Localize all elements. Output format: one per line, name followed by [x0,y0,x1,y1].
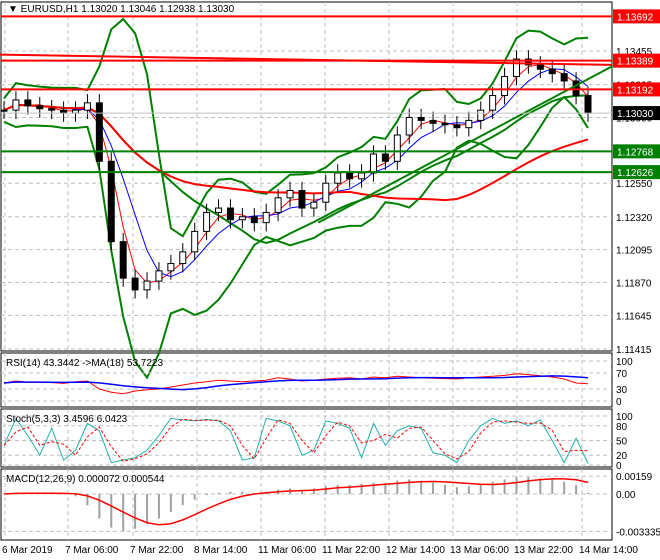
indicator-tick-label: 30 [616,385,628,396]
indicator-title: Stoch(5,3,3) 3.4596 6.0423 [6,414,128,425]
price-level-label: 1.12626 [617,168,654,179]
candle-body [155,270,163,282]
indicator-tick-label: 0 [616,397,622,408]
candle-body [381,153,389,162]
candle-body [12,99,20,111]
candle-body [203,211,211,232]
candle-body [334,172,342,184]
time-tick-label: 7 Mar 06:00 [65,545,119,556]
indicator-tick-label: 80 [616,422,628,433]
candle-body [358,172,366,180]
indicator-tick-label: -0.003335 [616,527,660,538]
panel-frame-0 [0,1,613,352]
indicator-tick-label: 0.00159 [616,472,653,483]
candle-body [298,190,306,209]
chart-canvas[interactable]: 6 Mar 2019 7 Mar 06:00 7 Mar 22:00 8 Mar 14… [0,0,660,560]
candle-body [191,230,199,253]
price-tick-label: 1.12320 [616,213,653,224]
bollinger-lower [3,95,589,380]
price-level-label: 1.12768 [617,147,654,158]
price-tick-label: 1.12095 [616,246,653,257]
indicator-tick-label: 0.00 [616,490,636,501]
candle-body [346,172,354,180]
price-level-label: 1.13389 [617,57,654,68]
candle-body [131,277,139,291]
price-level-label: 1.13030 [617,109,654,120]
time-tick-label: 6 Mar 2019 [2,545,53,556]
candle-body [560,73,568,82]
candle-body [167,263,175,272]
price-tick-label: 1.11415 [616,345,652,356]
indicator-title: RSI(14) 43.3442 ->MA(18) 53.7223 [6,358,163,369]
time-tick-label: 14 Mar 14:00 [579,545,638,556]
rsi-ma-line [3,375,589,391]
candle-body [226,207,234,221]
candle-body [286,190,294,199]
price-tick-label: 1.12550 [616,179,653,190]
candle-body [429,119,437,124]
candle-body [310,201,318,209]
candle-body [48,108,56,111]
chart-window: 6 Mar 2019 7 Mar 06:00 7 Mar 22:00 8 Mar 14… [0,0,660,560]
candle-body [119,241,127,279]
candle-body [179,251,187,265]
candle-body [143,280,151,291]
time-tick-label: 7 Mar 22:00 [130,545,184,556]
time-tick-label: 13 Mar 06:00 [450,545,509,556]
candle-body [393,134,401,162]
candle-body [512,58,520,78]
candle-body [24,99,32,107]
candle-body [369,153,377,174]
candle-body [322,182,330,203]
candle-body [83,102,91,111]
candle-body [453,124,461,129]
price-level-label: 1.13692 [617,12,654,23]
candle-body [465,119,473,129]
candle-body [536,64,544,70]
symbol-header: ▼ EURUSD,H1 1.13020 1.13046 1.12938 1.13… [8,4,235,15]
candle-body [441,122,449,126]
indicator-tick-label: 0 [616,461,622,472]
candle-body [107,160,115,243]
candle-body [95,102,103,162]
bollinger-upper [3,17,589,238]
candle-body [405,116,413,136]
time-tick-label: 13 Mar 22:00 [514,545,573,556]
price-tick-label: 1.11645 [616,311,652,322]
indicator-tick-label: 50 [616,437,628,448]
macd-signal-line [3,478,589,526]
candle-body [250,216,258,224]
time-tick-label: 11 Mar 22:00 [322,545,381,556]
rsi-line [3,373,589,395]
indicator-title: MACD(12,26,9) 0.000072 0.000544 [6,474,165,485]
ma-200 [3,103,589,202]
indicator-tick-label: 100 [616,357,633,368]
time-tick-label: 8 Mar 14:00 [194,545,248,556]
candle-body [0,109,8,112]
candle-body [572,80,580,97]
candle-body [238,216,246,221]
candle-body [417,116,425,121]
candle-body [548,68,556,75]
candle-body [477,109,485,121]
candle-body [274,197,282,213]
time-tick-label: 11 Mar 06:00 [258,545,317,556]
candle-body [501,76,509,97]
candle-body [215,207,223,213]
time-tick-label: 12 Mar 14:00 [386,545,445,556]
indicator-tick-label: 70 [616,369,628,380]
candle-body [584,95,592,114]
price-tick-label: 1.11870 [616,279,652,290]
candle-body [36,105,44,110]
candle-body [489,95,497,111]
candle-body [262,211,270,224]
price-level-label: 1.13192 [617,85,654,96]
